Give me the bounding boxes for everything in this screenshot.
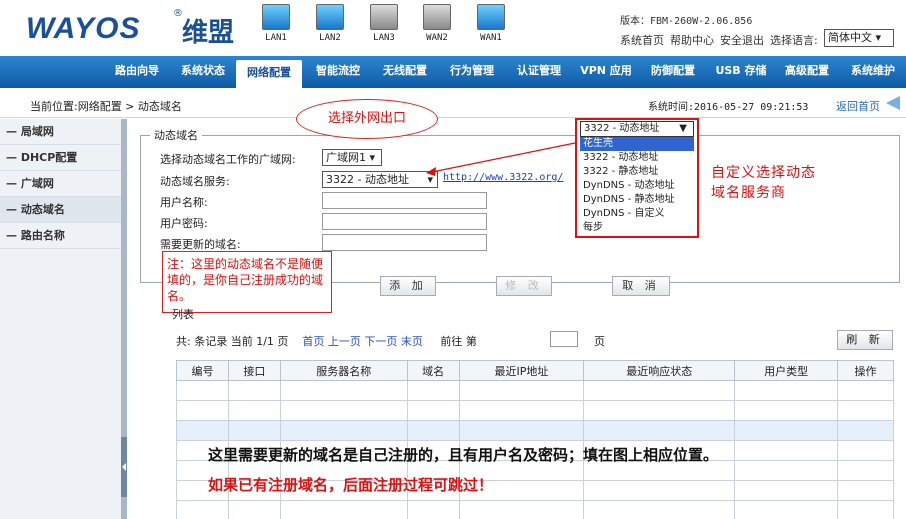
language-label: 选择语言: — [770, 34, 818, 47]
breadcrumb-bar: 当前位置:网络配置 > 动态域名 系统时间:2016-05-27 09:21:5… — [0, 88, 906, 118]
domain-input[interactable] — [322, 234, 487, 251]
link-logout[interactable]: 安全退出 — [720, 34, 764, 47]
col-last-ip: 最近IP地址 — [458, 360, 585, 381]
service-provider-callout: 自定义选择动态域名服务商 — [711, 165, 816, 201]
goto-suffix: 页 — [594, 335, 605, 348]
wan-callout-bubble: 选择外网出口 — [296, 99, 438, 139]
sidebar-item-router-name[interactable]: — 路由名称 — [0, 223, 121, 249]
nav-item-wireless[interactable]: 无线配置 — [374, 56, 436, 88]
router-admin-page: WAYOS ® 维盟 LAN1 LAN2 LAN3 WAN2 WAN1 版本：F… — [0, 0, 906, 519]
breadcrumb: 当前位置:网络配置 > 动态域名 — [30, 100, 182, 113]
service-url-link[interactable]: http://www.3322.org/ — [443, 172, 563, 183]
modify-button[interactable]: 修 改 — [496, 276, 552, 296]
sidebar-item-dhcp[interactable]: — DHCP配置 — [0, 145, 121, 171]
refresh-button[interactable]: 刷 新 — [837, 330, 893, 350]
ddns-legend: 动态域名 — [150, 127, 202, 143]
back-home-link[interactable]: 返回首页 — [836, 98, 880, 114]
username-input[interactable] — [322, 192, 487, 209]
back-arrow-icon[interactable] — [886, 96, 900, 110]
port-wan2-icon: WAN2 — [417, 4, 457, 48]
dropdown-selected-value[interactable]: 3322 - 动态地址 ▼ — [580, 121, 694, 137]
service-select[interactable]: 3322 - 动态地址 ▾ — [322, 171, 438, 188]
dropdown-option[interactable]: 3322 - 静态地址 — [580, 165, 694, 179]
nav-item-flow[interactable]: 智能流控 — [306, 56, 370, 88]
port-wan1-icon: WAN1 — [471, 4, 511, 48]
nav-item-advanced[interactable]: 高级配置 — [776, 56, 838, 88]
dropdown-option[interactable]: 3322 - 动态地址 — [580, 151, 694, 165]
col-interface: 接口 — [227, 360, 281, 381]
col-domain: 域名 — [406, 360, 460, 381]
col-user-type: 用户类型 — [734, 360, 838, 381]
list-legend: 列表 — [172, 308, 194, 321]
password-label: 用户密码: — [160, 217, 208, 230]
table-row — [176, 380, 894, 401]
bottom-instruction: 这里需要更新的域名是自己注册的，且有用户名及密码；填在图上相应位置。 — [208, 446, 719, 464]
nav-item-auth[interactable]: 认证管理 — [508, 56, 570, 88]
sidebar-item-lan[interactable]: — 局域网 — [0, 119, 121, 145]
col-action: 操作 — [837, 360, 894, 381]
wan-label: 选择动态域名工作的广域网: — [160, 153, 296, 166]
nav-item-behavior[interactable]: 行为管理 — [440, 56, 504, 88]
bottom-instruction-red: 如果已有注册域名，后面注册过程可跳过！ — [208, 476, 494, 494]
sidebar: — 局域网 — DHCP配置 — 广域网 — 动态域名 — 路由名称 — [0, 119, 121, 519]
first-page-link[interactable]: 首页 — [302, 335, 324, 348]
nav-item-defense[interactable]: 防御配置 — [642, 56, 704, 88]
table-header-row: 编号 接口 服务器名称 域名 最近IP地址 最近响应状态 用户类型 操作 — [176, 360, 894, 381]
table-row — [176, 500, 894, 519]
brand-logo-cn: 维盟 — [182, 18, 235, 48]
col-server: 服务器名称 — [279, 360, 408, 381]
col-id: 编号 — [176, 360, 229, 381]
dropdown-option[interactable]: DynDNS - 静态地址 — [580, 193, 694, 207]
nav-item-maintenance[interactable]: 系统维护 — [842, 56, 904, 88]
top-links: 系统首页 帮助中心 安全退出 选择语言: — [620, 32, 824, 48]
nav-item-usb[interactable]: USB 存储 — [708, 56, 774, 88]
system-time: 系统时间:2016-05-27 09:21:53 — [648, 102, 809, 113]
sidebar-collapse-toggle[interactable] — [121, 437, 127, 497]
next-page-link[interactable]: 下一页 — [364, 335, 397, 348]
link-home[interactable]: 系统首页 — [620, 34, 664, 47]
red-note-box: 注：这里的动态域名不是随便填的，是你自己注册成功的域名。 — [162, 251, 332, 313]
brand-logo: WAYOS — [26, 12, 141, 45]
dropdown-option[interactable]: DynDNS - 动态地址 — [580, 179, 694, 193]
goto-page-input[interactable] — [550, 331, 578, 347]
port-lan3-icon: LAN3 — [364, 4, 404, 48]
wan-select[interactable]: 广域网1 ▾ — [322, 149, 382, 166]
link-help[interactable]: 帮助中心 — [670, 34, 714, 47]
username-label: 用户名称: — [160, 196, 208, 209]
cancel-button[interactable]: 取 消 — [612, 276, 670, 296]
goto-label: 前往 第 — [440, 335, 477, 348]
table-row — [176, 420, 894, 441]
chevron-down-icon: ▼ — [679, 123, 687, 134]
add-button[interactable]: 添 加 — [380, 276, 436, 296]
port-lan1-icon: LAN1 — [256, 4, 296, 48]
password-input[interactable] — [322, 213, 487, 230]
table-row — [176, 400, 894, 421]
nav-item-wizard[interactable]: 路由向导 — [106, 56, 168, 88]
nav-item-vpn[interactable]: VPN 应用 — [574, 56, 638, 88]
ddns-table: 编号 接口 服务器名称 域名 最近IP地址 最近响应状态 用户类型 操作 — [176, 360, 894, 519]
col-last-status: 最近响应状态 — [583, 360, 736, 381]
chevron-down-icon: ▾ — [427, 173, 433, 186]
dropdown-option[interactable]: DynDNS - 自定义 — [580, 207, 694, 221]
record-count: 共: 条记录 当前 1/1 页 — [176, 335, 289, 348]
sidebar-item-wan[interactable]: — 广域网 — [0, 171, 121, 197]
sidebar-item-ddns[interactable]: — 动态域名 — [0, 197, 121, 223]
port-lan2-icon: LAN2 — [310, 4, 350, 48]
domain-label: 需要更新的域名: — [160, 238, 241, 251]
last-page-link[interactable]: 末页 — [401, 335, 423, 348]
pager: 共: 条记录 当前 1/1 页 首页 上一页 下一页 末页 前往 第 — [176, 333, 477, 349]
main-nav: 路由向导 系统状态 网络配置 智能流控 无线配置 行为管理 认证管理 VPN 应… — [0, 56, 906, 88]
header: WAYOS ® 维盟 LAN1 LAN2 LAN3 WAN2 WAN1 版本：F… — [0, 0, 906, 56]
service-label: 动态域名服务: — [160, 175, 230, 188]
prev-page-link[interactable]: 上一页 — [328, 335, 361, 348]
dropdown-option[interactable]: 花生壳 — [580, 137, 694, 151]
language-select[interactable]: 简体中文 ▾ — [824, 29, 894, 47]
firmware-version: 版本：FBM-260W-2.06.856 — [620, 16, 753, 27]
nav-item-network[interactable]: 网络配置 — [236, 60, 302, 88]
dropdown-option[interactable]: 每步 — [580, 221, 694, 235]
nav-item-status[interactable]: 系统状态 — [172, 56, 234, 88]
